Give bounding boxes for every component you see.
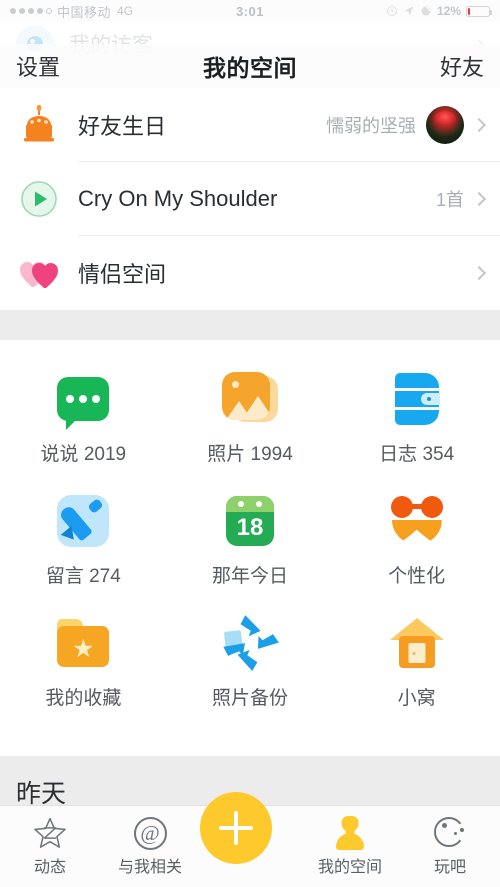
grid-item-personalize[interactable]: 个性化 bbox=[333, 490, 500, 612]
list-item-music[interactable]: Cry On My Shoulder 1首 bbox=[0, 162, 500, 236]
grid-item-home[interactable]: 小窝 bbox=[333, 612, 500, 734]
list-item-label: 好友生日 bbox=[78, 114, 167, 139]
list-item-label: 情侣空间 bbox=[78, 262, 167, 287]
grid-item-journal[interactable]: 日志 354 bbox=[333, 368, 500, 490]
page-title: 我的空间 bbox=[203, 55, 297, 81]
photo-icon bbox=[221, 368, 278, 430]
tab-label: 动态 bbox=[33, 859, 66, 876]
orientation-lock-icon bbox=[421, 6, 431, 16]
at-sign-icon: @ bbox=[133, 816, 167, 850]
photo-backup-sync-icon bbox=[223, 612, 277, 674]
grid-item-label: 留言 274 bbox=[45, 566, 121, 587]
grid-item-label: 我的收藏 bbox=[45, 688, 122, 709]
battery-percent-label: 12% bbox=[436, 4, 461, 18]
grid-item-messages[interactable]: 留言 274 bbox=[0, 490, 167, 612]
grid-item-label: 日志 354 bbox=[379, 444, 455, 465]
star-z-icon bbox=[33, 814, 67, 852]
house-icon bbox=[389, 612, 444, 674]
grid-item-label: 照片备份 bbox=[211, 688, 288, 709]
grid-item-label: 照片 1994 bbox=[207, 444, 293, 465]
calendar-day-label: 18 bbox=[236, 514, 264, 541]
section-divider bbox=[0, 310, 500, 340]
status-bar: 中国移动 4G 3:01 12% bbox=[0, 0, 500, 22]
tab-label: 与我相关 bbox=[117, 859, 182, 876]
location-arrow-icon bbox=[404, 6, 414, 16]
grid-item-label: 个性化 bbox=[388, 566, 446, 587]
scroll-content: 好友生日 懦弱的坚强 Cry On My Shoulder 1首 情侣空间 说说… bbox=[0, 88, 500, 805]
list-item-label: Cry On My Shoulder bbox=[78, 186, 278, 211]
couple-heart-icon bbox=[16, 253, 62, 293]
friends-button[interactable]: 好友 bbox=[440, 50, 484, 82]
calendar-icon: 18 bbox=[225, 490, 274, 552]
grid-item-label: 小窝 bbox=[397, 688, 436, 709]
settings-button[interactable]: 设置 bbox=[16, 50, 60, 82]
tab-dynamic[interactable]: 动态 bbox=[0, 806, 100, 887]
tab-my-space[interactable]: 我的空间 bbox=[300, 806, 400, 887]
grid-item-label: 说说 2019 bbox=[40, 444, 127, 465]
grid-item-label: 那年今日 bbox=[211, 566, 288, 587]
person-icon bbox=[335, 816, 365, 850]
grid-item-favorites[interactable]: ★ 我的收藏 bbox=[0, 612, 167, 734]
speech-bubble-icon bbox=[57, 368, 110, 430]
star-folder-icon: ★ bbox=[57, 612, 110, 674]
pen-message-icon bbox=[57, 490, 110, 552]
alarm-icon bbox=[386, 6, 397, 16]
navigation-bar: 设置 我的空间 好友 bbox=[0, 44, 500, 88]
tab-publish[interactable] bbox=[200, 792, 300, 887]
list-item-couple-space[interactable]: 情侣空间 bbox=[0, 236, 500, 310]
chevron-right-icon bbox=[471, 191, 487, 207]
mustache-glasses-icon bbox=[389, 490, 445, 552]
tab-mentions[interactable]: @ 与我相关 bbox=[100, 806, 200, 887]
list-item-subtitle: 1首 bbox=[435, 190, 464, 210]
journal-wallet-icon bbox=[394, 368, 440, 430]
battery-icon bbox=[466, 5, 492, 17]
chevron-right-icon bbox=[471, 117, 487, 133]
grid-item-that-day[interactable]: 18 那年今日 bbox=[167, 490, 334, 612]
bottom-tab-bar: 动态 @ 与我相关 我的空间 玩吧 bbox=[0, 792, 500, 887]
quick-access-grid: 说说 2019 照片 1994 日志 354 留言 274 18 那年今日 个性… bbox=[0, 340, 500, 756]
chevron-right-icon bbox=[471, 265, 487, 281]
list-item-subtitle: 懦弱的坚强 bbox=[326, 116, 416, 136]
tab-label: 玩吧 bbox=[433, 859, 466, 876]
music-play-icon bbox=[16, 179, 62, 219]
tab-label: 我的空间 bbox=[317, 859, 382, 876]
birthday-cake-icon bbox=[16, 105, 62, 145]
feature-list: 好友生日 懦弱的坚强 Cry On My Shoulder 1首 情侣空间 bbox=[0, 88, 500, 310]
avatar[interactable] bbox=[426, 106, 464, 144]
plus-icon[interactable] bbox=[200, 792, 272, 864]
list-item-friend-birthday[interactable]: 好友生日 懦弱的坚强 bbox=[0, 88, 500, 162]
grid-item-shuoshuo[interactable]: 说说 2019 bbox=[0, 368, 167, 490]
tab-games[interactable]: 玩吧 bbox=[400, 806, 500, 887]
grid-item-photo-backup[interactable]: 照片备份 bbox=[167, 612, 334, 734]
pacman-icon bbox=[434, 817, 466, 849]
grid-item-photos[interactable]: 照片 1994 bbox=[167, 368, 334, 490]
